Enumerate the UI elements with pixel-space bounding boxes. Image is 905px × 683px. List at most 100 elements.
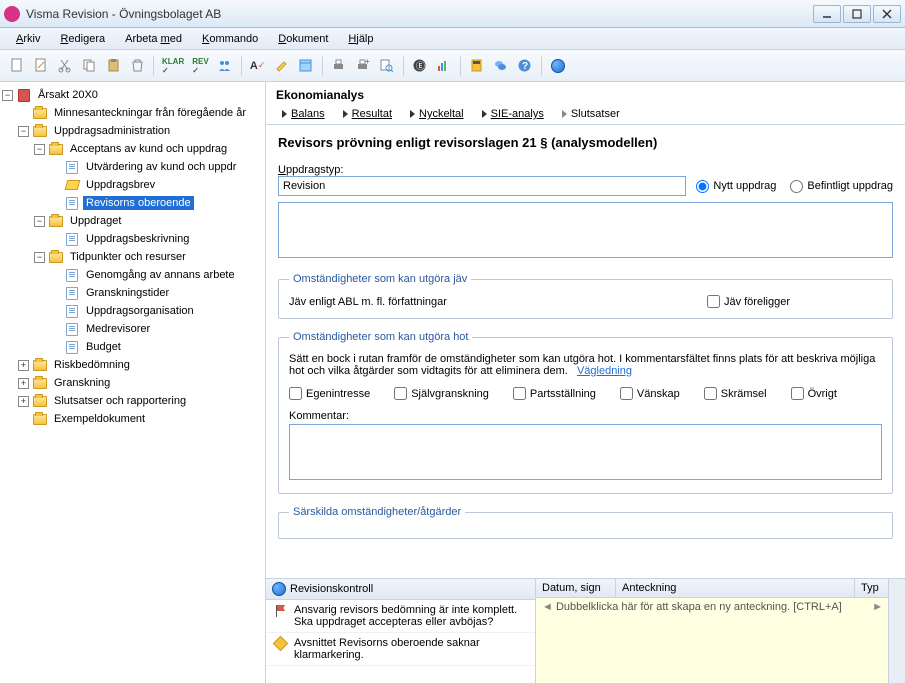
uppdragstyp-input[interactable] xyxy=(278,176,686,196)
menu-redigera[interactable]: Redigera xyxy=(52,31,113,47)
jav-group: Omständigheter som kan utgöra jäv Jäv en… xyxy=(278,273,893,319)
tb-spell-icon[interactable]: A✓ xyxy=(247,55,269,77)
svg-text:Ⓔ: Ⓔ xyxy=(416,61,425,71)
revision-item-1[interactable]: Ansvarig revisors bedömning är inte komp… xyxy=(266,600,535,633)
notes-placeholder-row[interactable]: Dubbelklicka här för att skapa en ny ant… xyxy=(536,598,905,683)
col-anteckning[interactable]: Anteckning xyxy=(616,579,855,597)
tree-medrevisorer[interactable]: Medrevisorer xyxy=(50,320,263,338)
tb-new-icon[interactable] xyxy=(6,55,28,77)
uppdragstyp-label: Uppdragstyp: xyxy=(278,164,893,176)
tb-print-icon[interactable] xyxy=(328,55,350,77)
tree-exempel[interactable]: Exempeldokument xyxy=(18,410,263,428)
tab-resultat[interactable]: Resultat xyxy=(343,108,392,120)
tree-minnes[interactable]: Minnesanteckningar från föregående år xyxy=(18,104,263,122)
tb-paste-icon[interactable] xyxy=(102,55,124,77)
flag-icon xyxy=(272,604,288,628)
tree-root[interactable]: −Årsakt 20X0 xyxy=(2,86,263,104)
menu-arbeta-med[interactable]: Arbeta med xyxy=(117,31,190,47)
kommentar-textarea[interactable] xyxy=(289,424,882,480)
tab-sie[interactable]: SIE-analys xyxy=(482,108,544,120)
tb-calc-icon[interactable] xyxy=(466,55,488,77)
tb-help-icon[interactable]: ? xyxy=(514,55,536,77)
check-sjalvgranskning[interactable]: Självgranskning xyxy=(394,387,489,400)
col-datum[interactable]: Datum, sign xyxy=(536,579,616,597)
tb-print-plus-icon[interactable]: + xyxy=(352,55,374,77)
check-jav-foreligger[interactable]: Jäv föreligger xyxy=(707,295,790,308)
menu-kommando[interactable]: Kommando xyxy=(194,31,266,47)
check-partsstallning[interactable]: Partsställning xyxy=(513,387,596,400)
revisionskontroll-pane: Revisionskontroll Ansvarig revisors bedö… xyxy=(266,579,536,683)
jav-text: Jäv enligt ABL m. fl. författningar xyxy=(289,296,447,308)
tree-pane: −Årsakt 20X0 Minnesanteckningar från för… xyxy=(0,82,266,683)
tree-granskning[interactable]: +Granskning xyxy=(18,374,263,392)
hot-legend: Omständigheter som kan utgöra hot xyxy=(289,331,472,343)
check-vanskap[interactable]: Vänskap xyxy=(620,387,680,400)
tree-uppdragsbrev[interactable]: Uppdragsbrev xyxy=(50,176,263,194)
radio-nytt-uppdrag[interactable]: Nytt uppdrag xyxy=(696,180,776,193)
tree-revisorns[interactable]: Revisorns oberoende xyxy=(50,194,263,212)
notes-pane: Datum, sign Anteckning Typ Dubbelklicka … xyxy=(536,579,905,683)
form-title: Revisors prövning enligt revisorslagen 2… xyxy=(278,135,893,150)
tab-nyckeltal[interactable]: Nyckeltal xyxy=(410,108,464,120)
tree-uppdragsbeskrivning[interactable]: Uppdragsbeskrivning xyxy=(50,230,263,248)
revision-item-2[interactable]: Avsnittet Revisorns oberoende saknar kla… xyxy=(266,633,535,666)
tb-chart-icon[interactable] xyxy=(433,55,455,77)
maximize-button[interactable] xyxy=(843,5,871,23)
menubar: Arkiv Redigera Arbeta med Kommando Dokum… xyxy=(0,28,905,50)
tree-acceptans[interactable]: −Acceptans av kund och uppdrag xyxy=(34,140,263,158)
check-ovrigt[interactable]: Övrigt xyxy=(791,387,837,400)
tree-granskningstider[interactable]: Granskningstider xyxy=(50,284,263,302)
close-button[interactable] xyxy=(873,5,901,23)
menu-hjalp[interactable]: Hjälp xyxy=(340,31,381,47)
notes-scrollbar[interactable] xyxy=(888,579,905,683)
tree-budget[interactable]: Budget xyxy=(50,338,263,356)
hot-group: Omständigheter som kan utgöra hot Sätt e… xyxy=(278,331,893,494)
jav-legend: Omständigheter som kan utgöra jäv xyxy=(289,273,471,285)
tb-rev-icon[interactable]: REV✓ xyxy=(189,55,211,77)
sarskilda-group: Särskilda omständigheter/åtgärder xyxy=(278,506,893,539)
tb-highlight-icon[interactable] xyxy=(271,55,293,77)
toolbar: KLAR✓ REV✓ A✓ + Ⓔ ? xyxy=(0,50,905,82)
tab-balans[interactable]: Balans xyxy=(282,108,325,120)
tab-slutsatser[interactable]: Slutsatser xyxy=(562,108,620,120)
tb-chat-icon[interactable] xyxy=(490,55,512,77)
tb-copy-icon[interactable] xyxy=(78,55,100,77)
svg-text:?: ? xyxy=(522,61,528,72)
tb-euro-icon[interactable]: Ⓔ xyxy=(409,55,431,77)
tree-utvardering[interactable]: Utvärdering av kund och uppdr xyxy=(50,158,263,176)
menu-arkiv[interactable]: Arkiv xyxy=(8,31,48,47)
vagledning-link[interactable]: Vägledning xyxy=(577,365,632,377)
tb-delete-icon[interactable] xyxy=(126,55,148,77)
tb-users-icon[interactable] xyxy=(214,55,236,77)
app-icon xyxy=(4,6,20,22)
tree-uppdragsorg[interactable]: Uppdragsorganisation xyxy=(50,302,263,320)
tb-cut-icon[interactable] xyxy=(54,55,76,77)
menu-dokument[interactable]: Dokument xyxy=(270,31,336,47)
tree-tidpunkter[interactable]: −Tidpunkter och resurser xyxy=(34,248,263,266)
tree-uppdraget[interactable]: −Uppdraget xyxy=(34,212,263,230)
titlebar: Visma Revision - Övningsbolaget AB xyxy=(0,0,905,28)
form-area: Revisors prövning enligt revisorslagen 2… xyxy=(266,125,905,578)
analysis-title: Ekonomianalys xyxy=(276,88,895,102)
svg-text:+: + xyxy=(365,58,370,66)
tree-slutsatser[interactable]: +Slutsatser och rapportering xyxy=(18,392,263,410)
tb-preview-icon[interactable] xyxy=(376,55,398,77)
pin-icon xyxy=(272,637,288,661)
tb-klar-icon[interactable]: KLAR✓ xyxy=(159,55,187,77)
check-skramsel[interactable]: Skrämsel xyxy=(704,387,767,400)
tree-riskbedomning[interactable]: +Riskbedömning xyxy=(18,356,263,374)
kommentar-label: Kommentar: xyxy=(289,410,882,422)
globe-icon xyxy=(272,582,286,596)
window-title: Visma Revision - Övningsbolaget AB xyxy=(26,7,813,21)
uppdragstyp-textarea[interactable] xyxy=(278,202,893,258)
tb-form-icon[interactable] xyxy=(295,55,317,77)
tb-globe-icon[interactable] xyxy=(547,55,569,77)
tb-edit-icon[interactable] xyxy=(30,55,52,77)
sarskilda-legend: Särskilda omständigheter/åtgärder xyxy=(289,506,465,518)
analysis-bar: Ekonomianalys Balans Resultat Nyckeltal … xyxy=(266,82,905,125)
tree-genomgang[interactable]: Genomgång av annans arbete xyxy=(50,266,263,284)
radio-befintligt-uppdrag[interactable]: Befintligt uppdrag xyxy=(790,180,893,193)
check-egenintresse[interactable]: Egenintresse xyxy=(289,387,370,400)
tree-uppdragsadmin[interactable]: −Uppdragsadministration xyxy=(18,122,263,140)
minimize-button[interactable] xyxy=(813,5,841,23)
